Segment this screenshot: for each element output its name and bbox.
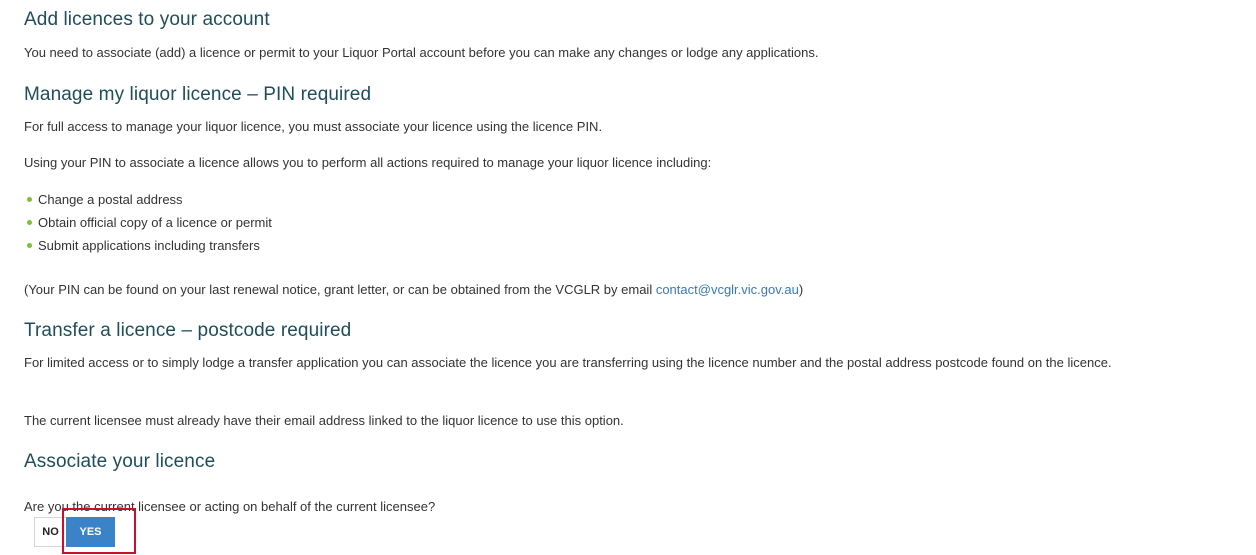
list-item-label: Change a postal address xyxy=(38,192,183,207)
transfer-licence-heading: Transfer a licence – postcode required xyxy=(24,320,352,341)
manage-licence-text-1: For full access to manage your liquor li… xyxy=(24,119,603,134)
licensee-toggle-group: NO YES xyxy=(34,517,115,547)
bullet-dot-icon xyxy=(27,243,32,248)
yes-button[interactable]: YES xyxy=(66,517,115,547)
bullet-dot-icon xyxy=(27,197,32,202)
bullet-dot-icon xyxy=(27,220,32,225)
add-licences-heading: Add licences to your account xyxy=(24,9,270,30)
list-item: Change a postal address xyxy=(24,191,272,208)
pin-note-prefix: (Your PIN can be found on your last rene… xyxy=(24,282,656,297)
list-item-label: Obtain official copy of a licence or per… xyxy=(38,215,272,230)
manage-licence-text-2: Using your PIN to associate a licence al… xyxy=(24,155,712,170)
associate-licence-heading: Associate your licence xyxy=(24,451,216,472)
list-item: Obtain official copy of a licence or per… xyxy=(24,214,272,231)
list-item: Submit applications including transfers xyxy=(24,237,272,254)
add-licences-text: You need to associate (add) a licence or… xyxy=(24,45,819,60)
licensee-question: Are you the current licensee or acting o… xyxy=(24,499,436,514)
contact-email-link[interactable]: contact@vcglr.vic.gov.au xyxy=(656,282,799,297)
transfer-licence-text-2: The current licensee must already have t… xyxy=(24,413,624,428)
no-button[interactable]: NO xyxy=(34,517,66,547)
pin-note-suffix: ) xyxy=(798,282,804,297)
manage-licence-heading: Manage my liquor licence – PIN required xyxy=(24,84,372,105)
list-item-label: Submit applications including transfers xyxy=(38,238,260,253)
transfer-licence-text-1: For limited access or to simply lodge a … xyxy=(24,355,1112,370)
manage-actions-list: Change a postal address Obtain official … xyxy=(24,191,272,254)
pin-note: (Your PIN can be found on your last rene… xyxy=(24,281,803,298)
